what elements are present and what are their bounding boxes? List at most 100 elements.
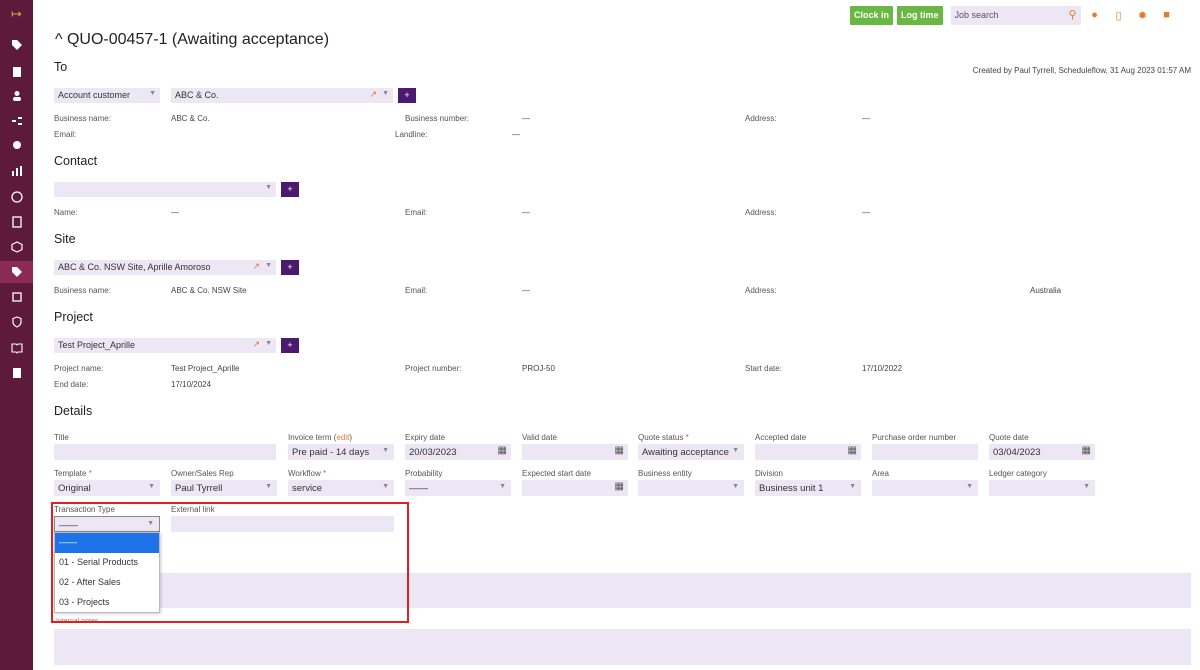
internal-notes-area[interactable] [54, 629, 1191, 665]
quote-date-label: Quote date [989, 433, 1029, 442]
quote-tag-icon[interactable] [0, 261, 33, 283]
book-icon[interactable] [0, 337, 33, 359]
log-time-button[interactable]: Log time [897, 5, 943, 25]
probability-select[interactable]: —— ▼ [405, 480, 511, 496]
project-end-label: End date: [54, 380, 89, 389]
customer-select[interactable]: ABC & Co. ↗ ▼ [171, 88, 393, 103]
job-search-input[interactable]: Job search ⚲ [950, 5, 1081, 25]
to-heading: To [54, 60, 68, 74]
division-value: Business unit 1 [759, 483, 824, 494]
add-project-button[interactable]: + [281, 338, 299, 353]
po-number-label: Purchase order number [872, 433, 957, 442]
invoice-term-edit-link[interactable]: edit [336, 433, 349, 442]
contact-select[interactable]: ▼ [54, 182, 276, 197]
calendar-icon[interactable]: ▦ [615, 481, 624, 492]
gear-icon[interactable]: ✹ [1133, 9, 1153, 22]
search-icon[interactable]: ⚲ [1068, 8, 1076, 21]
collapse-sidebar-icon[interactable]: ↦ [0, 3, 33, 25]
calendar-icon[interactable]: ▦ [848, 445, 857, 456]
add-contact-button[interactable]: + [281, 182, 299, 197]
document-icon[interactable] [0, 61, 33, 83]
workflow-value: service [292, 483, 323, 494]
external-link-icon[interactable]: ↗ [369, 89, 377, 100]
business-name-value: ABC & Co. [171, 114, 210, 123]
chevron-down-icon: ▼ [149, 90, 156, 97]
hierarchy-icon[interactable] [0, 110, 33, 132]
book-menu-icon[interactable]: ■ [1157, 9, 1177, 21]
division-select[interactable]: Business unit 1 ▼ [755, 480, 861, 496]
calendar-icon[interactable]: ▦ [498, 445, 507, 456]
expected-start-label: Expected start date [522, 469, 591, 478]
ledger-category-select[interactable]: ▼ [989, 480, 1095, 496]
chevron-down-icon: ▼ [382, 90, 389, 97]
owner-label: Owner/Sales Rep [171, 469, 234, 478]
created-info: Created by Paul Tyrrell, Scheduleflow, 3… [972, 66, 1191, 75]
business-number-label: Business number: [405, 114, 470, 123]
user-icon[interactable] [0, 85, 33, 107]
add-customer-button[interactable]: + [398, 88, 416, 103]
template-value: Original [58, 483, 91, 494]
add-site-button[interactable]: + [281, 260, 299, 275]
site-email-value: — [522, 286, 530, 295]
scan-icon[interactable] [0, 286, 33, 308]
map-pin-icon[interactable] [0, 135, 33, 157]
expected-start-input[interactable]: ▦ [522, 480, 628, 496]
job-search-placeholder: Job search [954, 9, 999, 20]
shield-icon[interactable] [0, 311, 33, 333]
project-select[interactable]: Test Project_Aprille ↗ ▼ [54, 338, 276, 353]
quote-date-value: 03/04/2023 [993, 447, 1041, 458]
calendar-icon[interactable]: ▦ [1082, 445, 1091, 456]
ledger-category-label: Ledger category [989, 469, 1047, 478]
probability-label: Probability [405, 469, 443, 478]
po-number-input[interactable] [872, 444, 978, 460]
calendar-icon[interactable]: ▦ [615, 445, 624, 456]
site-address-value: Australia [1030, 286, 1062, 295]
chevron-down-icon: ▼ [382, 483, 389, 490]
tag-icon[interactable] [0, 34, 33, 56]
address-label: Address: [745, 114, 777, 123]
template-select[interactable]: Original ▼ [54, 480, 160, 496]
clock-icon[interactable] [0, 186, 33, 208]
invoice-term-select[interactable]: Pre paid - 14 days ▼ [288, 444, 394, 460]
business-entity-select[interactable]: ▼ [638, 480, 744, 496]
project-number-value: PROJ-50 [522, 364, 555, 373]
chevron-down-icon: ▼ [265, 483, 272, 490]
quote-status-select[interactable]: Awaiting acceptance ▼ [638, 444, 744, 460]
page-title: ^ QUO-00457-1 (Awaiting acceptance) [55, 31, 329, 49]
required-mark: * [685, 433, 689, 442]
workflow-select[interactable]: service ▼ [288, 480, 394, 496]
quote-date-input[interactable]: 03/04/2023 ▦ [989, 444, 1095, 460]
quote-status-value: Awaiting acceptance [642, 447, 729, 458]
collapse-chevron-icon[interactable]: ^ [55, 31, 63, 48]
clock-in-button[interactable]: Clock in [850, 5, 894, 25]
customer-type-select[interactable]: Account customer ▼ [54, 88, 160, 103]
valid-date-label: Valid date [522, 433, 557, 442]
valid-date-input[interactable]: ▦ [522, 444, 628, 460]
external-link-icon[interactable]: ↗ [252, 261, 260, 272]
project-start-value: 17/10/2022 [862, 364, 903, 373]
email-label: Email: [54, 130, 77, 139]
expiry-date-input[interactable]: 20/03/2023 ▦ [405, 444, 511, 460]
invoice-term-label-close: ) [349, 433, 353, 442]
site-email-label: Email: [405, 286, 428, 295]
area-select[interactable]: ▼ [872, 480, 978, 496]
chart-icon[interactable] [0, 160, 33, 182]
contact-email-value: — [522, 208, 530, 217]
mobile-icon[interactable]: ▯ [1109, 9, 1129, 22]
chevron-down-icon: ▼ [849, 483, 856, 490]
owner-select[interactable]: Paul Tyrrell ▼ [171, 480, 277, 496]
calculator-icon[interactable] [0, 211, 33, 233]
accepted-date-input[interactable]: ▦ [755, 444, 861, 460]
required-mark: * [88, 469, 92, 478]
external-link-icon[interactable]: ↗ [252, 339, 260, 350]
project-number-label: Project number: [405, 364, 462, 373]
notebook-icon[interactable] [0, 362, 33, 384]
landline-value: — [512, 130, 520, 139]
project-heading: Project [54, 310, 93, 324]
bell-icon[interactable]: ● [1085, 9, 1105, 21]
contact-email-label: Email: [405, 208, 428, 217]
title-input[interactable] [54, 444, 276, 460]
site-select[interactable]: ABC & Co. NSW Site, Aprille Amoroso ↗ ▼ [54, 260, 276, 275]
project-value: Test Project_Aprille [58, 340, 136, 350]
box-icon[interactable] [0, 236, 33, 258]
